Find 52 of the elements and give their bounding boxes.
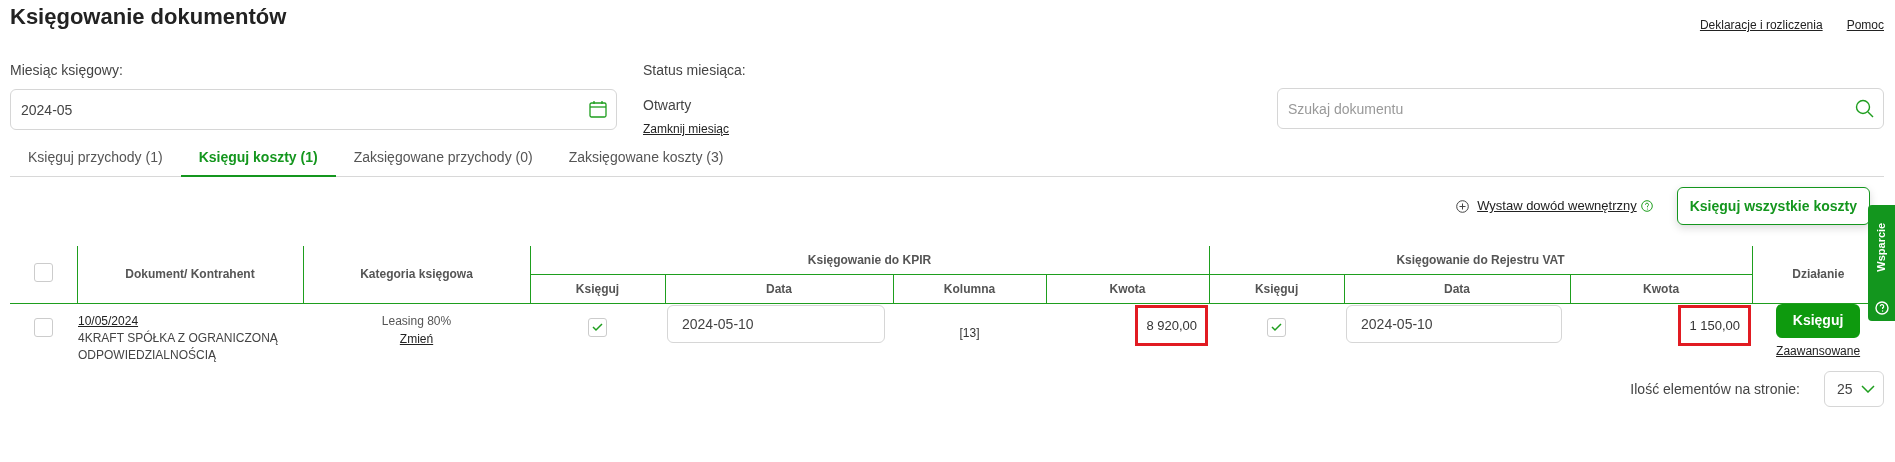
amount: 8 920,00 [1135,304,1209,346]
column-header: Księgowanie do KPIR [530,246,1210,274]
post-button[interactable]: Księguj [1776,303,1861,338]
column-header: Kwota [1570,274,1753,303]
change-link[interactable]: Zmień [399,331,434,346]
column-header: Dokument/ Kontrahent [77,246,303,303]
tab[interactable]: Zaksięgowane przychody (0) [335,142,551,177]
page-size-label: Ilość elementów na stronie: [1630,379,1800,399]
column-header: Kategoria księgowa [303,246,530,303]
document-date-link[interactable]: 10/05/2024 [78,313,139,328]
date-field[interactable]: 2024-05-10 [667,304,885,343]
tab[interactable]: Zaksięgowane koszty (3) [550,142,742,177]
tab[interactable]: Księguj przychody (1) [10,142,181,177]
column-header: Księgowanie do Rejestru VAT [1209,246,1753,274]
help-icon [1874,301,1889,315]
field-label: Status miesiąca: [643,61,747,80]
status-value: Otwarty [643,96,693,115]
checkbox[interactable] [34,317,53,337]
page-size-select[interactable]: 25 [1824,371,1884,408]
checkbox[interactable] [33,262,53,282]
check-icon [591,321,604,333]
header-link[interactable]: Deklaracje i rozliczenia [1699,16,1823,34]
contractor-name: 4KRAFT SPÓŁKA Z OGRANICZONĄ ODPOWIEDZIALNOŚCIĄ [78,329,278,364]
close-month-link[interactable]: Zamknij miesiąc [643,122,729,136]
checkbox[interactable] [1267,317,1287,337]
plus-icon [1456,199,1470,213]
search-icon [1855,99,1874,118]
column-header: Data [1344,274,1571,303]
tab[interactable]: Księguj koszty (1) [180,142,336,177]
search-field[interactable]: Szukaj dokumentu [1277,88,1884,129]
header-link[interactable]: Pomoc [1846,16,1884,34]
category-text: Leasing 80% [380,312,453,330]
column-header: Data [665,274,893,303]
check-icon [1270,321,1284,333]
post-all-button[interactable]: Księguj wszystkie koszty [1676,187,1870,225]
checkbox[interactable] [588,317,607,337]
month-field[interactable]: 2024-05 [10,89,617,130]
support-tab[interactable]: Wsparcie [1868,205,1895,321]
date-field[interactable]: 2024-05-10 [1346,304,1563,343]
page-title: Księgowanie dokumentów [10,4,287,31]
column-number: [13] [959,325,980,340]
column-header: Kwota [1046,274,1210,303]
help-icon [1640,200,1653,212]
field-label: Miesiąc księgowy: [10,61,124,80]
column-header: Księguj [530,274,665,303]
calendar-icon [589,100,607,118]
advanced-link[interactable]: Zaawansowane [1776,343,1861,358]
internal-document-link[interactable]: Wystaw dowód wewnętrzny [1477,196,1637,216]
column-header: Kolumna [893,274,1046,303]
chevron-down-icon [1861,385,1875,394]
column-header: Księguj [1209,274,1345,303]
amount: 1 150,00 [1678,304,1752,346]
